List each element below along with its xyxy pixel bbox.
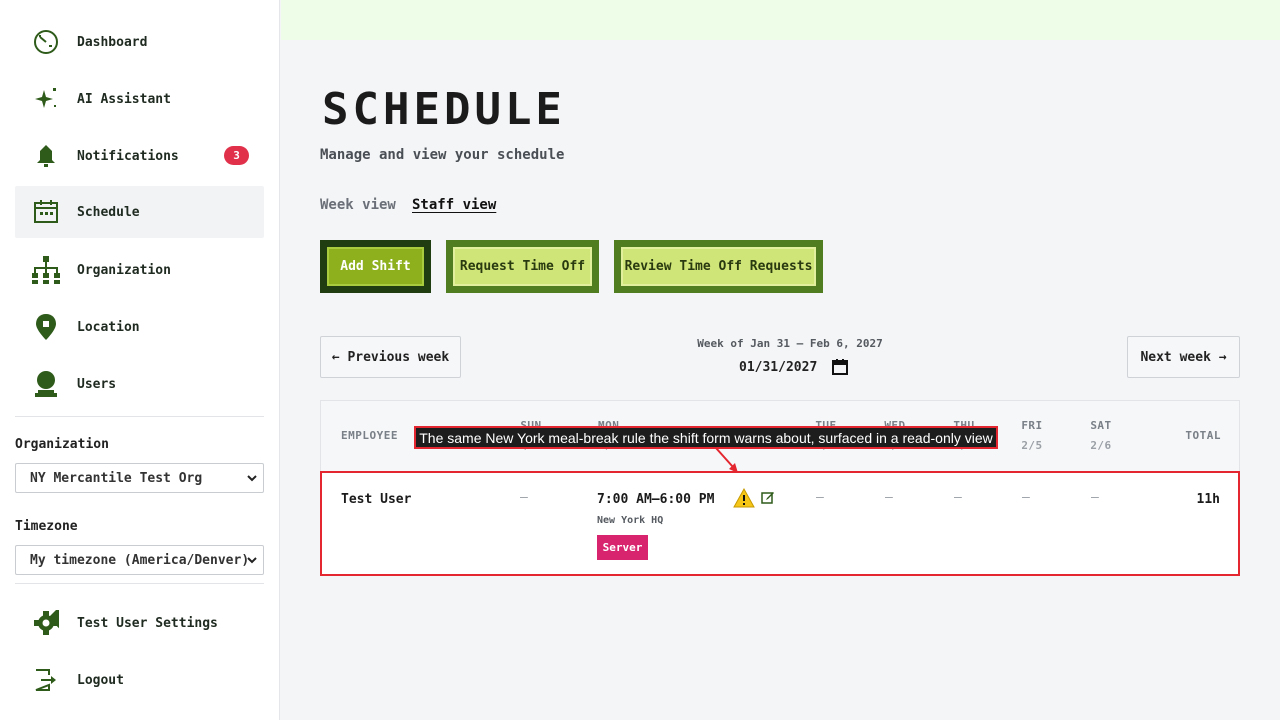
- notification-count-badge: 3: [224, 146, 249, 165]
- sidebar-item-label: AI Assistant: [77, 91, 171, 107]
- tab-week-view[interactable]: Week view: [320, 197, 396, 213]
- review-time-off-button[interactable]: Review Time Off Requests: [614, 240, 823, 293]
- bell-icon: [30, 140, 62, 172]
- user-icon: [30, 368, 62, 400]
- day-name: SAT: [1090, 419, 1112, 432]
- day-date: 2/6: [1090, 439, 1112, 452]
- sidebar-item-dashboard[interactable]: Dashboard: [15, 16, 264, 68]
- organization-select-value: NY Mercantile Test Org: [30, 470, 203, 486]
- annotation-arrow: [715, 447, 738, 473]
- calendar-icon[interactable]: [832, 359, 849, 375]
- timezone-label: Timezone: [15, 519, 78, 534]
- sidebar-item-organization[interactable]: Organization: [15, 244, 264, 296]
- sidebar-item-schedule[interactable]: Schedule: [15, 186, 264, 238]
- sidebar-item-label: Schedule: [77, 204, 140, 220]
- role-badge: Server: [597, 535, 648, 560]
- next-week-button[interactable]: Next week →: [1127, 336, 1240, 378]
- sidebar-item-label: Notifications: [77, 148, 179, 164]
- gear-icon: [30, 607, 62, 639]
- shift-location: New York HQ: [597, 515, 664, 526]
- top-banner: [281, 0, 1280, 40]
- sidebar-item-label: Location: [77, 319, 140, 335]
- add-shift-button[interactable]: Add Shift: [320, 240, 431, 293]
- add-shift-label: Add Shift: [327, 247, 424, 286]
- sidebar-item-location[interactable]: Location: [15, 301, 264, 353]
- page-subtitle: Manage and view your schedule: [320, 147, 565, 163]
- timezone-select-value: My timezone (America/Denver): [30, 552, 250, 568]
- sidebar-item-label: Dashboard: [77, 34, 148, 50]
- dashboard-icon: [30, 26, 62, 58]
- page-title: SCHEDULE: [322, 84, 566, 135]
- total-hours: 11h: [1196, 492, 1220, 507]
- sidebar-divider: [15, 416, 264, 417]
- column-header-employee: EMPLOYEE: [341, 429, 398, 442]
- sidebar-item-users[interactable]: Users: [15, 358, 264, 410]
- week-date-input[interactable]: 01/31/2027: [739, 359, 849, 375]
- chevron-down-icon: [246, 554, 258, 566]
- sidebar-item-logout[interactable]: Logout: [15, 654, 264, 706]
- sidebar-item-ai-assistant[interactable]: AI Assistant: [15, 73, 264, 125]
- review-time-off-label: Review Time Off Requests: [621, 247, 816, 286]
- previous-week-button[interactable]: ← Previous week: [320, 336, 461, 378]
- empty-cell-wed: –: [885, 490, 893, 505]
- week-range-label: Week of Jan 31 – Feb 6, 2027: [697, 337, 883, 350]
- column-header-total: TOTAL: [1185, 429, 1221, 442]
- map-pin-icon: [30, 311, 62, 343]
- column-header-fri: FRI 2/5: [1012, 416, 1052, 456]
- empty-cell-tue: –: [816, 490, 824, 505]
- sidebar-item-settings[interactable]: Test User Settings: [15, 597, 264, 649]
- sidebar-item-notifications[interactable]: Notifications 3: [15, 130, 264, 182]
- request-time-off-button[interactable]: Request Time Off: [446, 240, 599, 293]
- sidebar-item-label: Users: [77, 376, 117, 392]
- logout-icon: [30, 664, 62, 696]
- empty-cell-thu: –: [954, 490, 962, 505]
- table-row-highlight: [320, 471, 1240, 576]
- sidebar: Dashboard AI Assistant Notifications 3 S…: [0, 0, 280, 720]
- edit-icon[interactable]: [761, 489, 775, 504]
- sidebar-item-label: Test User Settings: [77, 615, 218, 631]
- day-name: FRI: [1021, 419, 1043, 432]
- shift-time[interactable]: 7:00 AM–6:00 PM: [597, 492, 714, 507]
- sidebar-divider: [15, 583, 264, 584]
- request-time-off-label: Request Time Off: [453, 247, 592, 286]
- tab-staff-view[interactable]: Staff view: [412, 197, 496, 213]
- empty-cell-fri: –: [1022, 490, 1030, 505]
- chevron-down-icon: [246, 472, 258, 484]
- warning-icon[interactable]: [733, 487, 755, 508]
- column-header-sat: SAT 2/6: [1081, 416, 1121, 456]
- organization-label: Organization: [15, 437, 109, 452]
- week-date-value: 01/31/2027: [739, 359, 818, 375]
- empty-cell-sat: –: [1091, 490, 1099, 505]
- sidebar-item-label: Organization: [77, 262, 171, 278]
- empty-cell-sun: –: [520, 490, 528, 505]
- day-date: 2/5: [1021, 439, 1043, 452]
- sparkle-icon: [30, 83, 62, 115]
- organization-select[interactable]: NY Mercantile Test Org: [15, 463, 264, 493]
- calendar-icon: [30, 196, 62, 228]
- timezone-select[interactable]: My timezone (America/Denver): [15, 545, 264, 575]
- employee-name: Test User: [341, 492, 412, 507]
- org-chart-icon: [30, 254, 62, 286]
- sidebar-item-label: Logout: [77, 672, 124, 688]
